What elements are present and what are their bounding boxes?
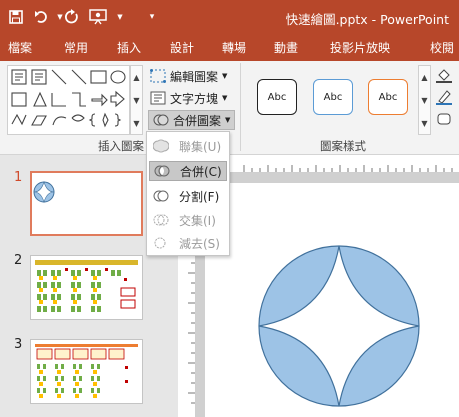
shape-styles-gallery[interactable]: Abc Abc Abc	[247, 65, 431, 135]
group-divider	[240, 63, 241, 151]
current-slide[interactable]	[205, 183, 459, 417]
combine-icon	[154, 165, 170, 177]
customize-icon[interactable]: ▾	[142, 6, 162, 28]
tab-slideshow[interactable]: 投影片放映	[330, 39, 390, 56]
intersect-icon	[153, 214, 169, 226]
fragment-icon	[153, 190, 169, 202]
merge-shapes-menu: 聯集(U) 合併(C) 分割(F) 交集(I) 減去(S)	[146, 131, 230, 256]
title-bar: ▼ ▼ ▾ 快速繪圖.pptx - PowerPoint	[0, 0, 459, 35]
ribbon-tabs: 檔案 常用 插入 設計 轉場 動畫 投影片放映 校閱	[0, 35, 459, 61]
merge-shapes-button[interactable]: 合併圖案 ▼	[148, 110, 236, 130]
menu-item-union[interactable]: 聯集(U)	[149, 136, 227, 156]
tab-transitions[interactable]: 轉場	[222, 39, 246, 56]
slide-thumbnail-1[interactable]	[30, 171, 143, 236]
tab-insert[interactable]: 插入	[117, 39, 141, 56]
shape-icons	[11, 69, 126, 128]
shape-fill-icon[interactable]	[436, 67, 452, 86]
slide-1-preview	[33, 180, 55, 204]
tab-review[interactable]: 校閱	[430, 39, 454, 56]
scroll-down-icon[interactable]: ▼	[131, 89, 142, 112]
more-icon[interactable]: ▼	[131, 112, 142, 135]
tab-design[interactable]: 設計	[170, 39, 194, 56]
merge-shapes-label: 合併圖案	[173, 113, 222, 128]
scroll-up-icon[interactable]: ▲	[131, 66, 142, 89]
menu-item-intersect[interactable]: 交集(I)	[149, 210, 227, 230]
undo-icon[interactable]	[32, 6, 52, 28]
edit-shape-icon	[150, 69, 166, 83]
slide-number: 2	[14, 253, 23, 268]
scroll-down-icon[interactable]: ▼	[419, 89, 430, 112]
tab-file[interactable]: 檔案	[8, 39, 32, 56]
chevron-down-icon: ▼	[222, 94, 228, 102]
chevron-down-icon: ▼	[222, 72, 228, 80]
tab-home[interactable]: 常用	[64, 39, 88, 56]
text-box-icon	[150, 91, 166, 105]
slide-thumbnail-2[interactable]	[30, 255, 143, 320]
menu-item-fragment[interactable]: 分割(F)	[149, 186, 227, 206]
edit-shape-button[interactable]: 編輯圖案 ▼	[150, 66, 227, 86]
slide-3-preview	[35, 344, 138, 398]
slide-thumbnail-3[interactable]	[30, 339, 143, 404]
shape-style-2[interactable]: Abc	[313, 79, 353, 115]
present-from-start-icon[interactable]	[88, 6, 108, 28]
redo-icon[interactable]	[62, 6, 82, 28]
shape-styles-scroll[interactable]: ▲ ▼ ▼	[418, 65, 431, 135]
union-icon	[153, 139, 169, 153]
chevron-down-icon: ▼	[225, 116, 231, 124]
shape-style-1[interactable]: Abc	[257, 79, 297, 115]
present-dropdown-icon[interactable]: ▼	[110, 6, 130, 28]
shapes-gallery[interactable]	[7, 65, 130, 135]
shape-style-3[interactable]: Abc	[368, 79, 408, 115]
slide-number: 1	[14, 170, 23, 185]
more-icon[interactable]: ▼	[419, 112, 430, 135]
menu-item-combine[interactable]: 合併(C)	[149, 161, 227, 181]
shape-outline-icon[interactable]	[436, 89, 452, 108]
subtract-icon	[154, 237, 166, 249]
tab-animations[interactable]: 動畫	[274, 39, 298, 56]
edit-shape-label: 編輯圖案	[170, 69, 219, 84]
shapes-gallery-scroll[interactable]: ▲ ▼ ▼	[130, 65, 143, 135]
text-box-button[interactable]: 文字方塊 ▼	[150, 88, 227, 108]
group-label-insert-shapes: 插入圖案	[98, 139, 144, 153]
slide-2-preview	[35, 260, 138, 312]
merge-shapes-icon	[153, 114, 169, 126]
scroll-up-icon[interactable]: ▲	[419, 66, 430, 89]
save-icon[interactable]	[6, 6, 26, 28]
group-label-shape-styles: 圖案樣式	[320, 139, 366, 153]
slide-number: 3	[14, 337, 23, 352]
shape-effects-icon[interactable]	[436, 111, 452, 130]
menu-item-subtract[interactable]: 減去(S)	[149, 233, 227, 253]
window-title: 快速繪圖.pptx - PowerPoint	[285, 12, 449, 27]
text-box-label: 文字方塊	[170, 91, 219, 106]
merged-shape[interactable]	[205, 183, 459, 417]
